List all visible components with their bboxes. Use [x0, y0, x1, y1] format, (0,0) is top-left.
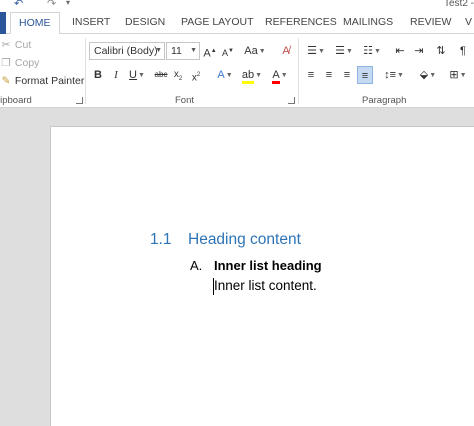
numbering-icon[interactable]: ☰▼	[332, 42, 356, 60]
bold-icon[interactable]: B	[92, 66, 104, 84]
line-spacing-icon[interactable]: ↕≡▼	[382, 66, 406, 84]
paragraph-group-label: Paragraph	[362, 95, 407, 106]
ribbon-tabs: HOME INSERT DESIGN PAGE LAYOUT REFERENCE…	[0, 12, 474, 35]
clear-formatting-icon[interactable]: A̸	[278, 42, 294, 60]
highlight-color-icon[interactable]: ab▼	[240, 66, 264, 84]
copy-button[interactable]: ❐ Copy	[0, 55, 39, 71]
tab-references[interactable]: REFERENCES	[265, 12, 337, 34]
multilevel-list-icon[interactable]: ☷▼	[360, 42, 384, 60]
show-formatting-marks-icon[interactable]: ¶	[456, 42, 470, 60]
chevron-down-icon: ▼	[190, 47, 197, 54]
title-bar: ↶ ↷ ▾ Test2 -	[0, 0, 474, 12]
underline-icon[interactable]: U▼	[126, 66, 148, 84]
format-painter-button[interactable]: ✎ Format Painter	[0, 73, 85, 89]
italic-icon[interactable]: I	[110, 66, 122, 84]
align-left-icon[interactable]: ≡	[304, 66, 318, 84]
shading-icon[interactable]: ⬙▼	[416, 66, 440, 84]
font-color-icon[interactable]: A▼	[268, 66, 292, 84]
heading-text[interactable]: Heading content	[188, 231, 301, 249]
tab-review[interactable]: REVIEW	[410, 12, 451, 34]
align-center-icon[interactable]: ≡	[322, 66, 336, 84]
list-content[interactable]: Inner list content.	[214, 278, 317, 293]
document-title: Test2 -	[444, 0, 474, 9]
list-heading[interactable]: Inner list heading	[214, 258, 322, 273]
tab-mailings[interactable]: MAILINGS	[343, 12, 393, 34]
file-tab[interactable]	[0, 12, 6, 34]
font-size-select[interactable]: 11 ▼	[166, 42, 200, 60]
tab-view[interactable]: V	[465, 12, 472, 34]
grow-font-icon[interactable]: A▲	[203, 42, 217, 60]
list-marker: A.	[190, 258, 203, 273]
increase-indent-icon[interactable]: ⇥	[411, 42, 427, 60]
cut-button[interactable]: ✂ Cut	[0, 37, 32, 53]
superscript-icon[interactable]: x2	[190, 66, 202, 84]
font-launcher-icon[interactable]	[288, 97, 295, 104]
decrease-indent-icon[interactable]: ⇤	[392, 42, 408, 60]
change-case-icon[interactable]: Aa▼	[244, 42, 266, 60]
tab-page-layout[interactable]: PAGE LAYOUT	[181, 12, 254, 34]
clipboard-group-label: lipboard	[0, 95, 32, 106]
shrink-font-icon[interactable]: A▼	[221, 42, 235, 60]
copy-icon: ❐	[1, 57, 11, 69]
ribbon: ✂ Cut ❐ Copy ✎ Format Painter lipboard C…	[0, 34, 474, 108]
tab-design[interactable]: DESIGN	[125, 12, 165, 34]
tab-insert[interactable]: INSERT	[72, 12, 110, 34]
sort-icon[interactable]: ⇅	[434, 42, 448, 60]
font-family-select[interactable]: Calibri (Body) ▼	[89, 42, 165, 60]
font-group-label: Font	[175, 95, 195, 106]
customize-quick-access-icon[interactable]: ▾	[66, 0, 70, 7]
paintbrush-icon: ✎	[1, 75, 11, 87]
document-page[interactable]: 1.1 Heading content A. Inner list headin…	[50, 126, 474, 426]
scissors-icon: ✂	[1, 39, 11, 51]
clipboard-launcher-icon[interactable]	[76, 97, 83, 104]
heading-number: 1.1	[150, 231, 172, 248]
group-divider	[298, 38, 299, 104]
align-right-icon[interactable]: ≡	[340, 66, 354, 84]
borders-icon[interactable]: ⊞▼	[446, 66, 470, 84]
subscript-icon[interactable]: x2	[172, 66, 184, 84]
strikethrough-icon[interactable]: abc	[152, 66, 170, 84]
group-divider	[85, 38, 86, 104]
bullets-icon[interactable]: ☰▼	[304, 42, 328, 60]
undo-icon[interactable]: ↶	[14, 0, 23, 10]
text-effects-icon[interactable]: A▼	[214, 66, 236, 84]
tab-home[interactable]: HOME	[10, 12, 60, 35]
justify-icon[interactable]: ≡	[357, 66, 373, 84]
chevron-down-icon: ▼	[155, 47, 162, 54]
redo-icon[interactable]: ↷	[47, 0, 56, 10]
document-canvas: 1.1 Heading content A. Inner list headin…	[0, 108, 474, 426]
